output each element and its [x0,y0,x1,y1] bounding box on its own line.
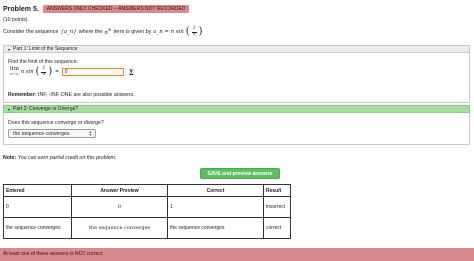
table-row: 0 0 1 incorrect [3,196,291,218]
part2-panel: Does this sequence converge or diverge? … [3,113,470,145]
select-arrows-icon: ▲ ▼ [88,130,92,138]
header-correct: Correct [167,184,264,197]
intro-suffix: term is given by [113,29,152,36]
part1-prompt: Find the limit of this sequence: [8,59,79,65]
save-preview-button[interactable]: SAVE and preview answers [200,168,280,179]
problem-heading: Problem 5. ANSWERS ONLY CHECKED -- ANSWE… [3,5,190,13]
limit-expr-text: n sin [20,69,34,76]
preview-cell: 0 [71,196,168,218]
part1-title: Part 1: Limit of the Sequence [13,46,78,52]
header-answer-preview: Answer Preview [71,184,168,197]
note-text: You can earn partial credit on this prob… [17,155,117,161]
equals-sign: = [55,69,59,76]
correct-cell: 1 [167,196,264,218]
problem-statement: Consider the sequence {a_n} where the nt… [3,26,203,38]
note-label: Note: [3,155,17,161]
collapse-triangle-icon: ▾ [8,106,11,112]
selected-option: the sequence converges [13,130,70,137]
intro-nth: nth [104,28,112,36]
entered-cell: 0 [3,196,72,218]
error-banner: At least one of these answers is NOT cor… [0,248,474,261]
result-cell: correct [263,217,291,239]
part1-header[interactable]: ▾ Part 1: Limit of the Sequence [3,45,470,53]
limit-fraction: 1 n [41,66,47,77]
collapse-triangle-icon: ▾ [8,46,11,52]
header-entered: Entered [3,184,72,197]
results-table: Entered Answer Preview Correct Result 0 … [3,184,291,239]
intro-mid: where the [78,29,103,36]
preview-cell: the sequence converges [71,217,168,239]
correct-cell: the sequence converges [167,217,264,239]
part2-question: Does this sequence converge or diverge? [8,120,104,126]
formula-fraction: 1 n [191,26,197,37]
remember-note: Remember: INF, -INF, DNE are also possib… [8,92,135,98]
remember-label: Remember: [8,92,37,98]
limit-answer-input[interactable]: 0 [61,68,124,77]
intro-prefix: Consider the sequence [3,29,59,36]
converge-diverge-select[interactable]: the sequence converges ▲ ▼ [8,129,96,138]
problem-title: Problem 5. [3,5,39,13]
entered-cell: the sequence converges [3,217,72,239]
header-result: Result [263,184,291,197]
problem-points: (10 points) [3,17,28,23]
remember-text: INF, -INF, DNE are also possible answers… [38,92,135,98]
limit-operator: lim n→∞ [10,66,19,77]
partial-credit-note: Note: You can earn partial credit on thi… [3,155,116,161]
formula-lhs: a_n = n sin [153,29,184,36]
part2-header[interactable]: ▾ Part 2: Converge or Diverge? [3,105,470,113]
sequence-symbol: {a_n} [60,29,77,36]
part1-panel: Find the limit of this sequence: lim n→∞… [3,53,470,103]
equation-editor-icon[interactable]: Σ [129,68,134,77]
table-row: the sequence converges the sequence conv… [3,217,291,239]
status-banner: ANSWERS ONLY CHECKED -- ANSWERS NOT RECO… [42,5,190,13]
limit-expression: lim n→∞ n sin ( 1 n ) = 0 Σ [10,66,134,78]
result-cell: incorrect [263,196,291,218]
part2-title: Part 2: Converge or Diverge? [13,106,79,112]
results-header-row: Entered Answer Preview Correct Result [3,184,291,197]
